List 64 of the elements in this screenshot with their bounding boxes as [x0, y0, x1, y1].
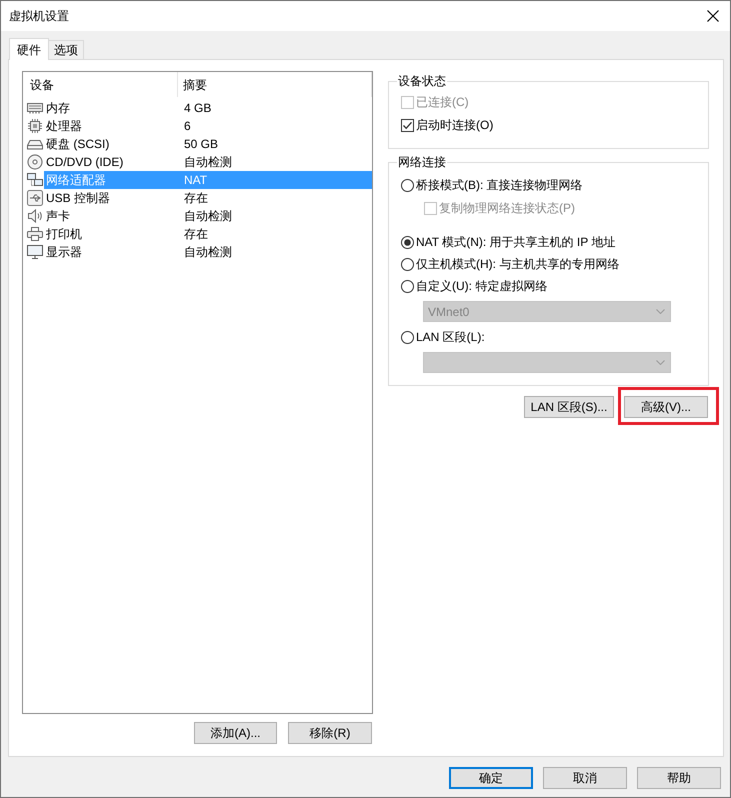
- device-name: 硬盘 (SCSI): [45, 136, 110, 152]
- column-header[interactable]: 摘要: [178, 72, 372, 97]
- monitor-icon: [27, 244, 43, 260]
- add-button[interactable]: 添加(A)...: [194, 722, 277, 744]
- device-name: 打印机: [45, 226, 83, 242]
- option-label[interactable]: 仅主机模式(H): 与主机共享的专用网络: [416, 256, 620, 272]
- device-name: 处理器: [45, 118, 83, 134]
- device-name: CD/DVD (IDE): [45, 154, 124, 170]
- device-summary: 存在: [184, 226, 208, 242]
- speaker-icon: [27, 208, 43, 224]
- device-name: 内存: [45, 100, 71, 116]
- usb-icon: [27, 190, 43, 206]
- option-label[interactable]: LAN 区段(L):: [416, 329, 485, 345]
- column-header[interactable]: 设备: [23, 72, 178, 97]
- radio-button[interactable]: [401, 258, 414, 270]
- help-button[interactable]: 帮助: [637, 767, 721, 789]
- cancel-button[interactable]: 取消: [543, 767, 627, 789]
- close-icon: [707, 10, 719, 22]
- window-title: 虚拟机设置: [9, 8, 69, 24]
- list-row[interactable]: USB 控制器 存在: [44, 189, 372, 207]
- device-summary: 50 GB: [184, 136, 218, 152]
- device-list[interactable]: 设备 摘要 内存 4 GB 处理器 6 硬盘 (SCSI) 50 GB CD/DVD (IDE) 自动检测 网络适配器 NAT USB 控制器 存在 声卡 自动检测 打印机 存在 显示器 自动检测: [22, 71, 373, 714]
- tab[interactable]: 硬件: [9, 38, 49, 60]
- device-name: 网络适配器: [45, 172, 107, 188]
- option-label[interactable]: 自定义(U): 特定虚拟网络: [416, 278, 548, 294]
- chevron-icon: [656, 309, 665, 314]
- radio-button[interactable]: [401, 236, 414, 248]
- device-name: USB 控制器: [45, 190, 112, 206]
- network-icon: [27, 172, 43, 188]
- ok-button[interactable]: 确定: [449, 767, 533, 789]
- option-label[interactable]: NAT 模式(N): 用于共享主机的 IP 地址: [416, 234, 616, 250]
- list-row[interactable]: 声卡 自动检测: [44, 207, 372, 225]
- device-summary: 自动检测: [184, 244, 232, 260]
- group-title: 设备状态: [397, 73, 447, 89]
- device-summary: 自动检测: [184, 208, 232, 224]
- option-label[interactable]: 桥接模式(B): 直接连接物理网络: [416, 177, 583, 193]
- group-title: 网络连接: [397, 154, 447, 170]
- printer-icon: [27, 226, 43, 242]
- advanced-button[interactable]: 高级(V)...: [624, 396, 708, 418]
- chevron-icon: [656, 360, 665, 365]
- option-label[interactable]: 启动时连接(O): [416, 117, 494, 133]
- list-row[interactable]: 显示器 自动检测: [44, 243, 372, 261]
- radio-button[interactable]: [401, 280, 414, 292]
- list-row[interactable]: CD/DVD (IDE) 自动检测: [44, 153, 372, 171]
- tab[interactable]: 选项: [49, 40, 84, 59]
- chip-icon: [27, 118, 43, 134]
- device-summary: 自动检测: [184, 154, 232, 170]
- device-summary: 4 GB: [184, 100, 212, 116]
- radio-button[interactable]: [401, 330, 414, 344]
- list-row[interactable]: 硬盘 (SCSI) 50 GB: [44, 135, 372, 153]
- lan-segments-button[interactable]: LAN 区段(S)...: [524, 396, 614, 418]
- remove-button[interactable]: 移除(R): [288, 722, 372, 744]
- device-summary: NAT: [184, 172, 208, 188]
- list-row[interactable]: 打印机 存在: [44, 225, 372, 243]
- radio-button[interactable]: [401, 178, 414, 192]
- device-name: 声卡: [45, 208, 71, 224]
- disc-icon: [27, 154, 43, 170]
- device-summary: 存在: [184, 190, 208, 206]
- device-summary: 6: [184, 118, 191, 134]
- device-name: 显示器: [45, 244, 83, 260]
- list-row[interactable]: 内存 4 GB: [44, 99, 372, 117]
- memory-icon: [27, 100, 43, 116]
- list-row[interactable]: 处理器 6: [44, 117, 372, 135]
- checkbox[interactable]: [401, 118, 414, 132]
